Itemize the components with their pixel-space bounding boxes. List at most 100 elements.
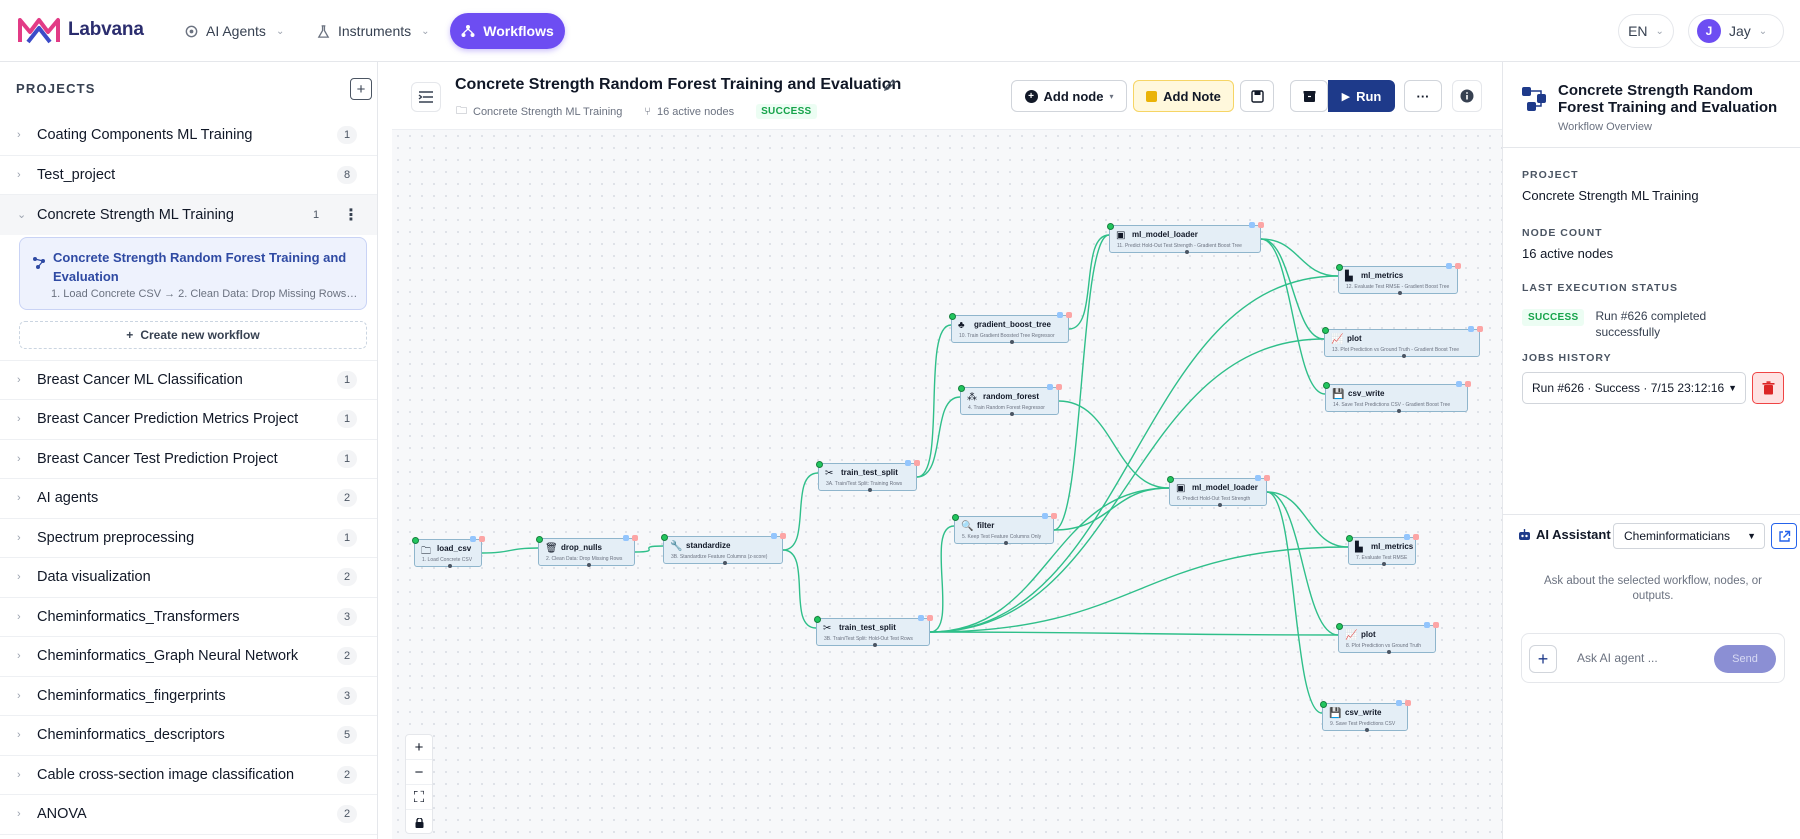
node-settings-icon[interactable] — [1255, 475, 1261, 481]
workflow-node-gbt[interactable]: ♣ gradient_boost_tree 10. Train Gradient B… — [949, 312, 1072, 344]
node-handle[interactable] — [1398, 291, 1402, 295]
workflow-canvas[interactable]: + − ⛶ 🗀 load_csv 1. Load Concrete CSV 🗑 drop… — [392, 130, 1502, 839]
node-settings-icon[interactable] — [1404, 534, 1410, 540]
node-handle[interactable] — [1009, 412, 1014, 416]
project-item[interactable]: › ANOVA 2 — [0, 795, 377, 835]
add-project-button[interactable]: + — [350, 78, 372, 100]
ai-input-field[interactable]: Ask AI agent ... — [1577, 651, 1658, 665]
fit-view-icon[interactable]: ⛶ — [406, 785, 432, 810]
create-workflow-button[interactable]: + Create new workflow — [19, 320, 367, 349]
node-delete-icon[interactable] — [1066, 312, 1072, 318]
save-button[interactable] — [1240, 80, 1274, 112]
run-button[interactable]: ▶ Run — [1328, 80, 1395, 112]
node-delete-icon[interactable] — [1264, 475, 1270, 481]
node-handle[interactable] — [1185, 250, 1189, 254]
node-delete-icon[interactable] — [1413, 534, 1419, 540]
node-settings-icon[interactable] — [623, 535, 629, 541]
project-item[interactable]: › Cheminformatics_Graph Neural Network 2 — [0, 637, 377, 677]
node-handle[interactable] — [1382, 562, 1386, 566]
language-switcher[interactable]: EN ⌄ — [1618, 14, 1674, 48]
workflow-node-loader_b[interactable]: ▣ ml_model_loader 6. Predict Hold-Out Test… — [1167, 475, 1270, 507]
node-delete-icon[interactable] — [1465, 381, 1471, 387]
node-delete-icon[interactable] — [914, 460, 920, 466]
project-item[interactable]: › Cheminformatics_fingerprints 3 — [0, 677, 377, 716]
node-delete-icon[interactable] — [1051, 513, 1057, 519]
workflow-node-drop_nulls[interactable]: 🗑 drop_nulls 2. Clean Data: Drop Missing R… — [536, 535, 638, 567]
workflow-node-csv_b[interactable]: 💾 csv_write 9. Save Test Predictions CSV — [1320, 700, 1411, 732]
node-settings-icon[interactable] — [1468, 326, 1474, 332]
node-handle[interactable] — [1396, 409, 1401, 413]
project-item[interactable]: › Breast Cancer Test Prediction Project 1 — [0, 440, 377, 479]
project-item[interactable]: › Spectrum preprocessing 1 — [0, 519, 377, 558]
project-item[interactable]: › AI agents 2 — [0, 479, 377, 519]
add-node-button[interactable]: + Add node ▾ — [1011, 80, 1127, 112]
node-settings-icon[interactable] — [470, 536, 476, 542]
nav-workflows-button[interactable]: Workflows — [450, 13, 565, 49]
attach-button[interactable]: + — [1529, 645, 1557, 673]
node-settings-icon[interactable] — [1249, 222, 1255, 228]
workflow-node-tts_a[interactable]: ✂ train_test_split 3A. Train/Test Split: T… — [816, 460, 920, 492]
archive-button[interactable] — [1290, 80, 1328, 112]
node-delete-icon[interactable] — [479, 536, 485, 542]
send-button[interactable]: Send — [1714, 645, 1776, 673]
node-handle[interactable] — [1402, 354, 1406, 358]
node-settings-icon[interactable] — [1446, 263, 1452, 269]
node-settings-icon[interactable] — [905, 460, 911, 466]
workflow-node-standardize[interactable]: 🔧 standardize 3B. Standardize Feature Colu… — [661, 533, 786, 565]
zoom-in-icon[interactable]: + — [406, 735, 432, 760]
kebab-menu-icon[interactable]: ⋮ — [343, 205, 359, 225]
project-item[interactable]: › Cheminformatics_Transformers 3 — [0, 598, 377, 637]
project-item-open[interactable]: ⌄ Concrete Strength ML Training 1 ⋮ — [0, 195, 377, 235]
node-settings-icon[interactable] — [1047, 384, 1053, 390]
workflow-node-loader_a[interactable]: ▣ ml_model_loader 11. Predict Hold-Out Tes… — [1107, 222, 1264, 254]
workflow-node-tts_b[interactable]: ✂ train_test_split 3B. Train/Test Split: H… — [814, 615, 933, 647]
project-item[interactable]: › Cheminformatics_descriptors 5 — [0, 716, 377, 756]
workflow-card-selected[interactable]: Concrete Strength Random Forest Training… — [19, 236, 367, 310]
lock-icon[interactable] — [406, 810, 432, 835]
node-handle[interactable] — [1365, 728, 1369, 732]
node-handle[interactable] — [1004, 541, 1008, 545]
node-settings-icon[interactable] — [1424, 622, 1430, 628]
node-handle[interactable] — [1010, 340, 1014, 344]
project-item[interactable]: › Breast Cancer Prediction Metrics Projec… — [0, 400, 377, 440]
workflow-node-filter[interactable]: 🔍 filter 5. Keep Test Feature Columns Only — [952, 513, 1057, 545]
node-settings-icon[interactable] — [1396, 700, 1402, 706]
node-delete-icon[interactable] — [1455, 263, 1461, 269]
nav-instruments[interactable]: Instruments ⌄ — [316, 19, 430, 43]
node-settings-icon[interactable] — [1057, 312, 1063, 318]
pencil-icon[interactable] — [883, 78, 897, 92]
project-item[interactable]: › Test_project 8 — [0, 156, 377, 195]
project-item[interactable]: › Cable cross-section image classificatio… — [0, 756, 377, 795]
user-menu[interactable]: J Jay ⌄ — [1688, 14, 1784, 48]
node-handle[interactable] — [723, 561, 727, 565]
node-handle[interactable] — [867, 488, 872, 492]
node-settings-icon[interactable] — [771, 533, 777, 539]
brand-logo[interactable]: Labvana — [18, 15, 144, 45]
node-delete-icon[interactable] — [1258, 222, 1264, 228]
node-handle[interactable] — [873, 643, 877, 647]
node-delete-icon[interactable] — [1477, 326, 1483, 332]
node-delete-icon[interactable] — [1405, 700, 1411, 706]
workflow-node-plot_a[interactable]: 📈 plot 13. Plot Prediction vs Ground Truth… — [1322, 326, 1483, 358]
node-settings-icon[interactable] — [918, 615, 924, 621]
node-handle[interactable] — [448, 564, 452, 568]
node-delete-icon[interactable] — [780, 533, 786, 539]
project-item[interactable]: › Coating Components ML Training 1 — [0, 116, 377, 156]
workflow-node-plot_b[interactable]: 📈 plot 8. Plot Prediction vs Ground Truth — [1336, 622, 1439, 654]
info-button[interactable] — [1452, 80, 1482, 112]
nav-ai-agents[interactable]: AI Agents ⌄ — [184, 19, 284, 43]
node-delete-icon[interactable] — [1433, 622, 1439, 628]
workflow-node-load_csv[interactable]: 🗀 load_csv 1. Load Concrete CSV — [412, 536, 485, 568]
node-handle[interactable] — [1218, 503, 1222, 507]
node-handle[interactable] — [1387, 650, 1391, 654]
zoom-out-icon[interactable]: − — [406, 760, 432, 785]
open-assistant-button[interactable] — [1771, 523, 1797, 549]
node-delete-icon[interactable] — [927, 615, 933, 621]
project-item[interactable]: › Breast Cancer ML Classification 1 — [0, 361, 377, 400]
ai-agent-select[interactable]: Cheminformaticians ▼ — [1613, 523, 1765, 549]
toggle-sidebar-button[interactable] — [411, 82, 441, 112]
more-options-button[interactable]: ··· — [1404, 80, 1442, 112]
delete-job-button[interactable] — [1752, 372, 1784, 404]
jobs-history-select[interactable]: Run #626 · Success · 7/15 23:12:16 ▼ — [1522, 372, 1746, 404]
add-note-button[interactable]: Add Note — [1133, 80, 1234, 112]
